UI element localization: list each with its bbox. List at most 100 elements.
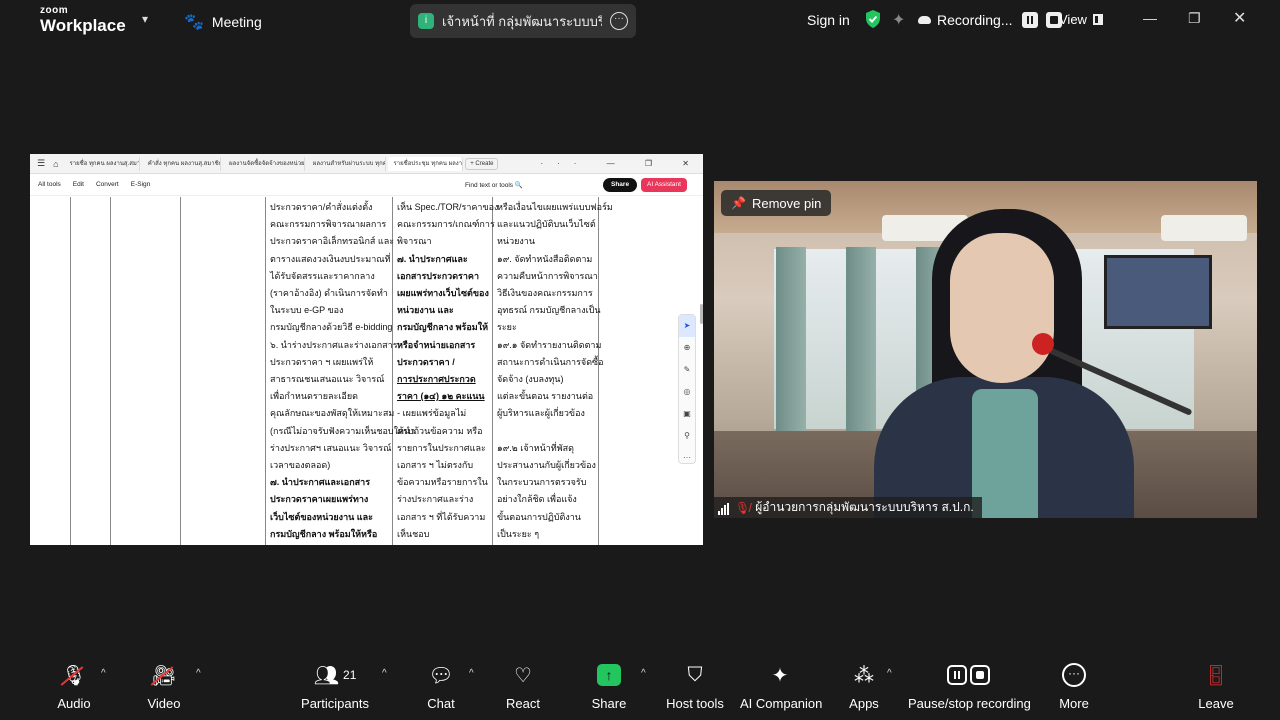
ai-sparkle-icon[interactable]: ✦ [892,10,905,30]
audio-button[interactable]: 🎙︎ Audio [54,660,94,712]
share-options-caret[interactable]: ^ [641,668,646,679]
pdf-share-button[interactable]: Share [603,178,638,192]
toolbar-edit[interactable]: Edit [73,181,84,188]
browser-tab[interactable]: ผลงานจัดซื้อจัดจ้างของหน่วยงาน ส.ป.ก... [223,156,305,171]
doc-line: เห็นชอบ [397,528,430,539]
doc-line: ๗. นำประกาศและเอกสาร [270,477,371,488]
leave-button[interactable]: 🚪︎ Leave [1198,660,1234,712]
zoom-icon[interactable]: ⊕ [679,337,695,359]
paw-icon: 🐾 [184,14,204,31]
restore-icon[interactable]: ❐ [1188,10,1201,27]
recording-indicator[interactable]: Recording... [918,12,1063,28]
view-menu[interactable]: View [1059,12,1103,27]
doc-line: หรือจำหน่ายเอกสาร [397,339,476,350]
browser-tab[interactable]: คำสั่ง ทุกคน ผลงานสุ.สมาชิก 14-2568... [142,156,222,171]
doc-column-risks: เห็น Spec./TOR/ราคาของคณะกรรมการ/เกณฑ์กา… [397,199,499,545]
doc-line: ความคืบหน้าการพิจารณา [497,270,598,281]
ai-assistant-button[interactable]: AI Assistant [641,178,687,192]
audio-options-caret[interactable]: ^ [101,668,106,679]
ai-companion-button[interactable]: ✦ AI Companion [740,660,822,712]
doc-line: หน่วยงาน และ [397,305,454,316]
doc-line: - เผยแพร่ประกาศและ [397,543,491,545]
active-speaker-name: เจ้าหน้าที่ กลุ่มพัฒนาระบบบริหาร ส.ป.ก. [442,13,602,29]
more-options-icon[interactable]: ··· [610,12,628,30]
toolbar-esign[interactable]: E-Sign [131,181,151,188]
browser-tab[interactable]: ผลงานสำหรับผ่านระบบ ทุกคน ผลงาน... [307,156,386,171]
participants-button[interactable]: 👥︎ 21 Participants [300,660,370,712]
doc-line: เอกสาร ฯ ที่ได้รับความ [397,511,486,522]
doc-line: สาธารณชนเสนอแนะ วิจารณ์ [270,374,385,385]
sign-in-link[interactable]: Sign in [807,12,850,28]
pause-recording-icon[interactable] [1022,12,1039,28]
signal-strength-icon [718,501,730,515]
shared-screen[interactable]: ☰ ⌂ รายชื่อ ทุกคน ผลงานสุ.สมาชิก 1/2568 … [30,154,703,545]
react-button[interactable]: ♡ React [502,660,544,712]
share-button[interactable]: ↑ Share [590,660,628,711]
toolbar-all-tools[interactable]: All tools [38,181,61,188]
table-border [70,197,71,545]
doc-line: ตารางแสดงวงเงินงบประมาณที่ [270,253,391,264]
pin-icon: 📌 [731,196,746,210]
browser-tab[interactable]: รายชื่อ ทุกคน ผลงานสุ.สมาชิก 1/2568 [64,156,140,171]
chevron-down-icon[interactable]: ▾ [142,12,148,26]
pause-stop-recording-button[interactable]: Pause/stop recording [908,660,1031,711]
meeting-menu[interactable]: 🐾 Meeting [184,12,262,32]
more-label: More [1059,696,1089,711]
doc-line: คณะกรรมการ/เกณฑ์การ [397,219,495,230]
table-border [265,197,266,545]
cursor-icon[interactable]: ➤ [679,315,695,337]
browser-tab-active[interactable]: รายชื่อประชุม ทุกคน ผลงานอุทธรณ์... [387,156,464,171]
minimize-icon[interactable]: — [1143,10,1157,26]
view-label: View [1059,12,1087,27]
host-tools-button[interactable]: ⛉ Host tools [664,660,726,712]
apps-options-caret[interactable]: ^ [887,668,892,679]
participants-options-caret[interactable]: ^ [382,668,387,679]
doc-line: จัดจ้าง (งบลงทุน) [497,374,564,385]
doc-line: เอกสารประกวดราคา [397,270,480,281]
share-label: Share [591,696,627,711]
chat-button[interactable]: 💬︎ Chat [424,660,458,712]
more-tools-icon[interactable]: ··· [679,447,695,469]
toolbar-convert[interactable]: Convert [96,181,119,188]
more-button[interactable]: ··· More [1056,660,1092,711]
video-button[interactable]: 🎥︎ Video [144,660,184,712]
recording-controls-icon [946,665,990,685]
doc-line: อย่างใกล้ชิด เพื่อแจ้ง [497,494,577,505]
apps-button[interactable]: ⁂ Apps [846,660,882,712]
pdf-document[interactable]: ประกวดราคา/คำสั่งแต่งตั้ง คณะกรรมการพิจาร… [30,197,680,545]
scrollbar[interactable] [700,304,703,324]
doc-line: กรมบัญชีกลาง พร้อมให้หรือ [270,528,378,539]
participants-label: Participants [301,696,369,711]
top-bar: zoom Workplace ▾ 🐾 Meeting i เจ้าหน้าที่… [0,0,1280,42]
active-speaker-pill[interactable]: i เจ้าหน้าที่ กลุ่มพัฒนาระบบบริหาร ส.ป.ก… [410,4,636,38]
annotation-toolbar: ➤ ⊕ ✎ ◎ ▣ ⚲ ··· [678,314,696,464]
security-shield-icon[interactable] [864,9,882,34]
remove-pin-button[interactable]: 📌 Remove pin [721,190,832,216]
doc-line: เห็น Spec./TOR/ราคาของ [397,202,499,212]
pdf-toolbar: All tools Edit Convert E-Sign Find text … [30,174,703,196]
table-border [492,197,493,545]
text-box-icon[interactable]: ▣ [679,403,695,425]
doc-line: ได้รับจัดสรรและราคากลาง [270,270,375,281]
pause-stop-recording-label: Pause/stop recording [908,696,1031,711]
stamp-icon[interactable]: ⚲ [679,425,695,447]
shapes-icon[interactable]: ◎ [679,381,695,403]
find-text-field[interactable]: Find text or tools 🔍 [465,181,523,189]
home-icon[interactable]: ⌂ [50,159,61,169]
apps-label: Apps [849,696,879,711]
doc-column-controls: หรือเงื่อนไขเผยแพร่แบบฟอร์ม และแนวปฏิบัติ… [497,199,613,543]
remove-pin-label: Remove pin [751,195,822,211]
doc-line: ประกวดราคาเผยแพร่ทาง [270,494,369,505]
menu-icon[interactable]: ☰ [34,158,48,169]
chat-options-caret[interactable]: ^ [469,668,474,679]
pen-icon[interactable]: ✎ [679,359,695,381]
window-controls[interactable]: ··· — ❐ ✕ [540,159,703,168]
doc-line: ระยะ [497,322,517,333]
doc-line: การประกาศประกวด [397,374,476,385]
leave-label: Leave [1198,696,1234,711]
video-options-caret[interactable]: ^ [196,668,201,679]
doc-line: ร่างประกาศฯ เสนอแนะ วิจารณ์ [270,442,392,453]
create-tab-button[interactable]: + Create [465,157,499,170]
participant-video-tile[interactable]: 📌 Remove pin 🎙︎̸ ผู้อำนวยการกลุ่มพัฒนาระ… [714,181,1257,518]
close-icon[interactable]: ✕ [1233,8,1246,28]
